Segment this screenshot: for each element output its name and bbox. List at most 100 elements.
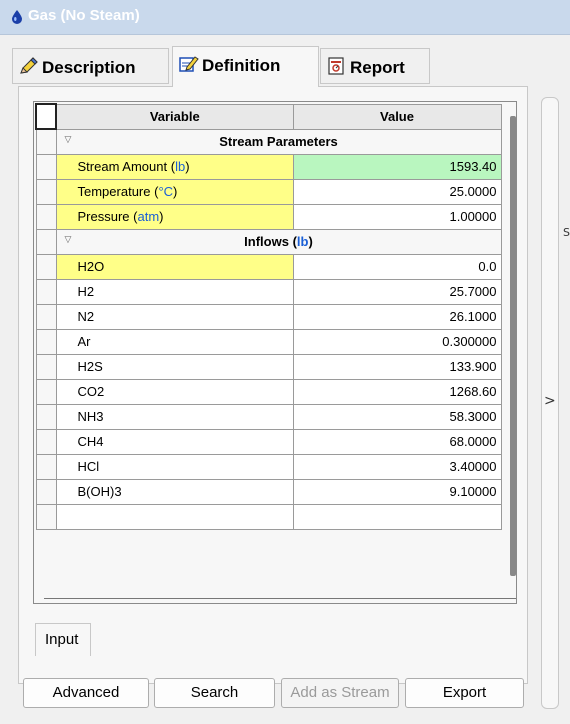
search-button[interactable]: Search	[154, 678, 275, 708]
window-titlebar: Gas (No Steam)	[0, 0, 570, 35]
export-button[interactable]: Export	[405, 678, 524, 708]
row-header[interactable]	[35, 178, 57, 205]
variable-cell[interactable]: Temperature (°C)	[55, 178, 294, 205]
collapse-icon[interactable]: ▽	[65, 234, 72, 245]
window-title: Gas (No Steam)	[28, 7, 140, 24]
value-cell[interactable]: 1593.40	[292, 153, 502, 180]
clipped-edge-text: S	[563, 226, 570, 239]
table-row: N2 26.1000	[35, 303, 502, 330]
column-header-value[interactable]: Value	[292, 103, 502, 130]
variable-cell[interactable]: HCl	[55, 453, 294, 480]
value-cell-empty[interactable]	[292, 503, 502, 530]
row-header[interactable]	[35, 253, 57, 280]
variable-cell[interactable]: N2	[55, 303, 294, 330]
unit-link[interactable]: °C	[158, 184, 173, 199]
add-as-stream-button[interactable]: Add as Stream	[281, 678, 399, 708]
variable-cell[interactable]: B(OH)3	[55, 478, 294, 505]
variable-name: Pressure	[77, 209, 130, 224]
table-row-empty	[35, 503, 502, 530]
row-header[interactable]	[35, 503, 57, 530]
grid-corner[interactable]	[35, 103, 57, 130]
collapse-icon[interactable]: ▽	[65, 134, 72, 145]
section-stream-parameters[interactable]: ▽ Stream Parameters	[55, 128, 502, 155]
row-header[interactable]	[35, 453, 57, 480]
table-row: CH4 68.0000	[35, 428, 502, 455]
table-row: B(OH)3 9.10000	[35, 478, 502, 505]
tab-description[interactable]: Description	[12, 48, 169, 84]
value-cell[interactable]: 68.0000	[292, 428, 502, 455]
vertical-scrollbar[interactable]	[510, 116, 516, 576]
value-cell[interactable]: 0.0	[292, 253, 502, 280]
drop-icon	[12, 10, 22, 24]
row-header[interactable]	[35, 203, 57, 230]
tab-strip: Description Definition Report	[0, 35, 570, 87]
table-row: Pressure (atm) 1.00000	[35, 203, 502, 230]
row-header[interactable]	[35, 303, 57, 330]
value-cell[interactable]: 25.0000	[292, 178, 502, 205]
section-label: Stream Parameters	[219, 134, 338, 149]
table-row: Temperature (°C) 25.0000	[35, 178, 502, 205]
variable-cell[interactable]: Ar	[55, 328, 294, 355]
grid-divider	[44, 598, 516, 599]
value-cell[interactable]: 1.00000	[292, 203, 502, 230]
value-cell[interactable]: 3.40000	[292, 453, 502, 480]
row-header[interactable]	[35, 403, 57, 430]
pencil-icon	[20, 57, 38, 74]
table-row: H2O 0.0	[35, 253, 502, 280]
tab-definition[interactable]: Definition	[172, 46, 319, 87]
variable-cell[interactable]: CO2	[55, 378, 294, 405]
edit-icon	[179, 56, 199, 72]
value-cell[interactable]: 25.7000	[292, 278, 502, 305]
unit-link[interactable]: atm	[137, 209, 159, 224]
tab-input-label: Input	[45, 631, 79, 648]
value-cell[interactable]: 0.300000	[292, 328, 502, 355]
row-header[interactable]	[35, 278, 57, 305]
chevron-right-icon[interactable]: >	[544, 393, 556, 409]
section-inflows[interactable]: ▽ Inflows (lb)	[55, 228, 502, 255]
tab-input[interactable]: Input	[35, 623, 91, 656]
variable-cell[interactable]: H2O	[55, 253, 294, 280]
value-cell[interactable]: 1268.60	[292, 378, 502, 405]
table-row: H2 25.7000	[35, 278, 502, 305]
variable-name: Stream Amount	[77, 159, 168, 174]
variable-cell[interactable]: H2	[55, 278, 294, 305]
table-row: Stream Amount (lb) 1593.40	[35, 153, 502, 180]
table-row: Ar 0.300000	[35, 328, 502, 355]
side-panel-toggle[interactable]: >	[541, 97, 559, 709]
variable-cell-empty[interactable]	[55, 503, 294, 530]
row-header[interactable]	[35, 478, 57, 505]
table-row: H2S 133.900	[35, 353, 502, 380]
row-header[interactable]	[35, 153, 57, 180]
row-header[interactable]	[35, 328, 57, 355]
table-row: CO2 1268.60	[35, 378, 502, 405]
value-cell[interactable]: 9.10000	[292, 478, 502, 505]
table-row: NH3 58.3000	[35, 403, 502, 430]
variable-cell[interactable]: H2S	[55, 353, 294, 380]
variable-cell[interactable]: Pressure (atm)	[55, 203, 294, 230]
report-icon	[328, 57, 344, 75]
parameter-table: Variable Value ▽ Stream Parameters Strea…	[35, 103, 502, 530]
variable-cell[interactable]: NH3	[55, 403, 294, 430]
column-header-variable[interactable]: Variable	[55, 103, 294, 130]
unit-link[interactable]: lb	[297, 234, 309, 249]
definition-panel: Variable Value ▽ Stream Parameters Strea…	[18, 86, 528, 708]
variable-cell[interactable]: Stream Amount (lb)	[55, 153, 294, 180]
row-header[interactable]	[35, 378, 57, 405]
table-row: HCl 3.40000	[35, 453, 502, 480]
tab-report-label: Report	[350, 58, 405, 77]
row-header[interactable]	[35, 128, 57, 155]
unit-link[interactable]: lb	[175, 159, 185, 174]
tab-description-label: Description	[42, 58, 136, 77]
tab-report[interactable]: Report	[320, 48, 430, 84]
value-cell[interactable]: 58.3000	[292, 403, 502, 430]
value-cell[interactable]: 133.900	[292, 353, 502, 380]
variable-name: Temperature	[77, 184, 151, 199]
variable-cell[interactable]: CH4	[55, 428, 294, 455]
row-header[interactable]	[35, 228, 57, 255]
parameter-grid: Variable Value ▽ Stream Parameters Strea…	[33, 101, 517, 604]
advanced-button[interactable]: Advanced	[23, 678, 149, 708]
section-label: Inflows	[244, 234, 289, 249]
row-header[interactable]	[35, 353, 57, 380]
row-header[interactable]	[35, 428, 57, 455]
value-cell[interactable]: 26.1000	[292, 303, 502, 330]
